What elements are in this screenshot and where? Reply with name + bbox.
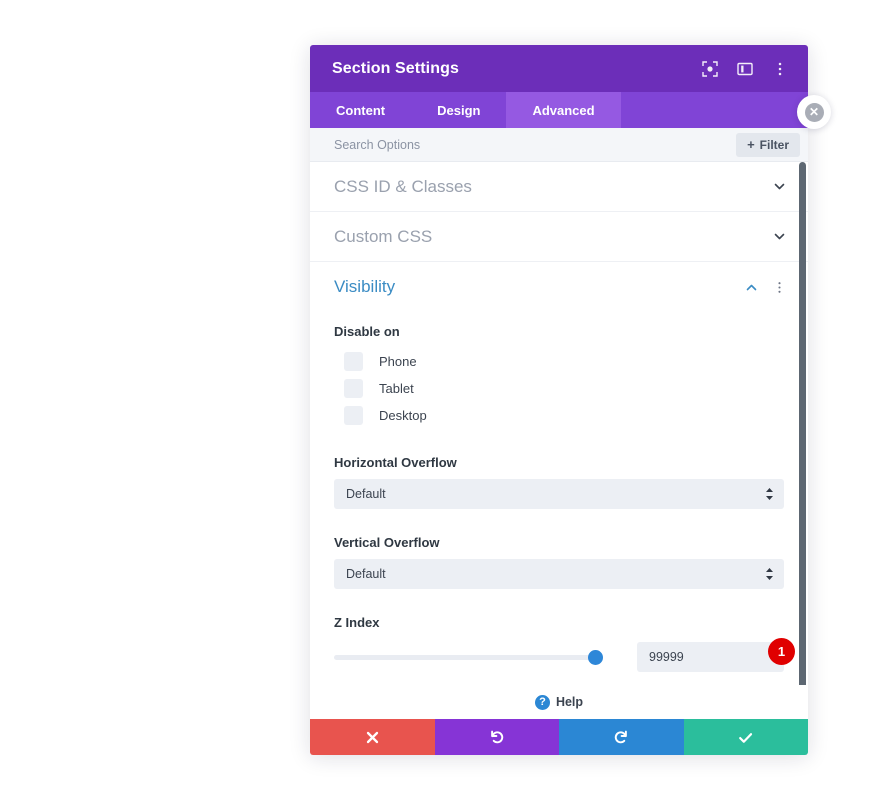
help-button[interactable]: ? Help (534, 694, 584, 710)
expand-icon[interactable] (701, 60, 718, 77)
horizontal-overflow-label: Horizontal Overflow (334, 455, 457, 470)
redo-icon (613, 729, 629, 745)
checkbox-tablet[interactable]: Tablet (334, 375, 784, 402)
chevron-up-icon (744, 280, 758, 294)
z-index-input[interactable] (637, 642, 784, 672)
z-index-input-wrap: 1 (637, 638, 795, 672)
visibility-section-content: Disable on Phone Tablet Desktop Horizont… (310, 324, 808, 685)
checkbox-desktop[interactable]: Desktop (334, 402, 784, 429)
save-button[interactable] (683, 719, 808, 755)
close-icon: ✕ (804, 102, 824, 122)
slider-handle[interactable] (588, 649, 603, 665)
section-settings-modal: Section Settings Content Design Advanced… (310, 45, 808, 755)
modal-footer (310, 719, 808, 755)
accordion-title: Custom CSS (334, 226, 433, 246)
accordion-css-id-classes[interactable]: CSS ID & Classes (310, 162, 808, 212)
filter-button-label: Filter (759, 137, 789, 152)
accordion-title: Visibility (334, 277, 396, 296)
horizontal-overflow-select[interactable]: Default (334, 479, 784, 509)
checkbox-phone[interactable]: Phone (334, 348, 784, 375)
checkbox-label: Desktop (379, 408, 427, 423)
checkbox-label: Phone (379, 354, 417, 369)
checkbox-box[interactable] (344, 352, 363, 371)
filter-button[interactable]: + Filter (736, 132, 800, 157)
accordion-visibility[interactable]: Visibility (310, 262, 808, 312)
help-label: Help (555, 695, 584, 709)
plus-icon: + (747, 137, 755, 152)
chevron-down-icon (772, 230, 786, 244)
chevron-down-icon (772, 180, 786, 194)
layout-columns-icon[interactable] (736, 60, 753, 77)
vertical-overflow-field: Default (334, 559, 784, 589)
search-row: + Filter (310, 128, 808, 162)
question-mark-icon: ? (534, 694, 550, 710)
disable-on-label: Disable on (334, 324, 400, 339)
z-index-control: 1 (334, 638, 795, 672)
close-icon (365, 730, 380, 745)
close-modal-button[interactable]: ✕ (797, 95, 831, 129)
tab-design[interactable]: Design (411, 92, 506, 128)
vertical-overflow-label: Vertical Overflow (334, 535, 440, 550)
undo-icon (489, 729, 505, 745)
undo-button[interactable] (434, 719, 559, 755)
checkbox-box[interactable] (344, 406, 363, 425)
options-scroll-area: CSS ID & Classes Custom CSS Visibility D… (310, 162, 808, 685)
checkbox-label: Tablet (379, 381, 414, 396)
header-icon-group (701, 60, 788, 77)
accordion-title: CSS ID & Classes (334, 176, 472, 196)
vertical-overflow-select[interactable]: Default (334, 559, 784, 589)
more-vertical-icon[interactable] (771, 60, 788, 77)
page-title: Section Settings (332, 59, 459, 77)
step-badge: 1 (768, 638, 795, 665)
modal-tabs: Content Design Advanced (310, 92, 808, 128)
more-vertical-icon[interactable] (772, 281, 786, 294)
horizontal-overflow-field: Default (334, 479, 784, 509)
check-icon (737, 729, 754, 746)
redo-button[interactable] (559, 719, 684, 755)
z-index-slider[interactable] (334, 644, 603, 670)
search-input[interactable] (334, 137, 737, 152)
tab-advanced[interactable]: Advanced (506, 92, 621, 128)
modal-header: Section Settings (310, 45, 808, 92)
z-index-label: Z Index (334, 615, 380, 630)
accordion-custom-css[interactable]: Custom CSS (310, 212, 808, 262)
scrollbar-thumb[interactable] (799, 162, 806, 685)
cancel-button[interactable] (310, 719, 435, 755)
tab-content[interactable]: Content (310, 92, 411, 128)
slider-track (334, 654, 603, 660)
help-strip: ? Help (310, 685, 808, 719)
vertical-scrollbar[interactable] (799, 162, 806, 685)
modal-body: CSS ID & Classes Custom CSS Visibility D… (310, 162, 808, 685)
checkbox-box[interactable] (344, 379, 363, 398)
